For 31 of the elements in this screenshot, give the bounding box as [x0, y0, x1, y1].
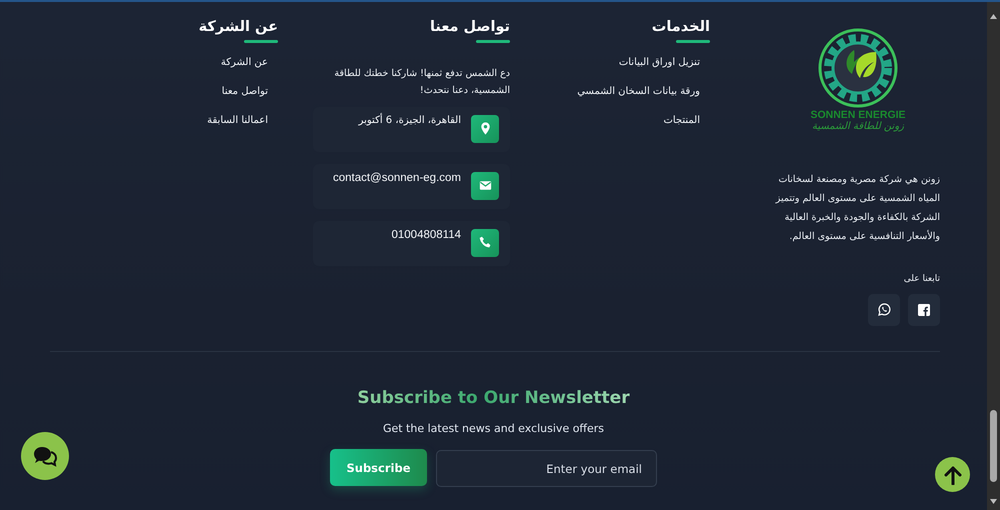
- column-heading: عن الشركة: [198, 19, 278, 35]
- footer-link[interactable]: المنتجات: [663, 113, 700, 128]
- chat-bubbles-icon: [33, 445, 57, 467]
- brand-tagline: زونن للطاقة الشمسية: [812, 121, 904, 132]
- footer-link[interactable]: تنزيل اوراق البيانات: [618, 55, 700, 70]
- contact-text: القاهرة، الجيزة، 6 أكتوبر: [358, 114, 461, 126]
- column-heading: تواصل معنا: [430, 19, 510, 35]
- footer-link[interactable]: اعمالنا السابقة: [207, 113, 268, 128]
- footer-link[interactable]: عن الشركة: [220, 55, 268, 70]
- phone-icon: [471, 228, 499, 256]
- social-button[interactable]: [908, 294, 940, 326]
- gear-leaf-logo-icon: [818, 28, 898, 108]
- whatsapp-icon: [878, 303, 890, 316]
- follow-label: تابعنا على: [904, 274, 940, 284]
- contact-text: contact@sonnen-eg.com: [332, 172, 461, 184]
- about-text: زونن هي شركة مصرية ومصنعة لسخانات المياه الشمسية على مستوى العالم وتتميز الشركة بالكفاءة والجودة والخبرة العالية والأسعار التنافسية على مستوى العالم.: [774, 173, 940, 244]
- chat-button[interactable]: [21, 432, 69, 480]
- newsletter-subtitle: Get the latest news and exclusive offers: [382, 422, 604, 435]
- facebook-icon: [918, 304, 930, 316]
- social-button[interactable]: [868, 294, 900, 326]
- brand-name: SONNEN ENERGIE: [810, 109, 906, 121]
- location-pin-icon: [471, 114, 499, 142]
- up-arrow-icon: [944, 464, 962, 484]
- envelope-icon: [471, 172, 499, 200]
- contact-intro: دع الشمس تدفع ثمنها! شاركنا خطتك للطاقة الشمسية، دعنا نتحدث!: [333, 66, 510, 98]
- email-field[interactable]: Enter your email: [436, 450, 657, 487]
- column-heading: الخدمات: [652, 19, 710, 35]
- footer-link[interactable]: ورقة بيانات السخان الشمسي: [577, 84, 700, 99]
- contact-text: 01004808114: [392, 228, 461, 240]
- scroll-to-top-button[interactable]: [935, 457, 970, 492]
- footer-link[interactable]: تواصل معنا: [222, 84, 268, 99]
